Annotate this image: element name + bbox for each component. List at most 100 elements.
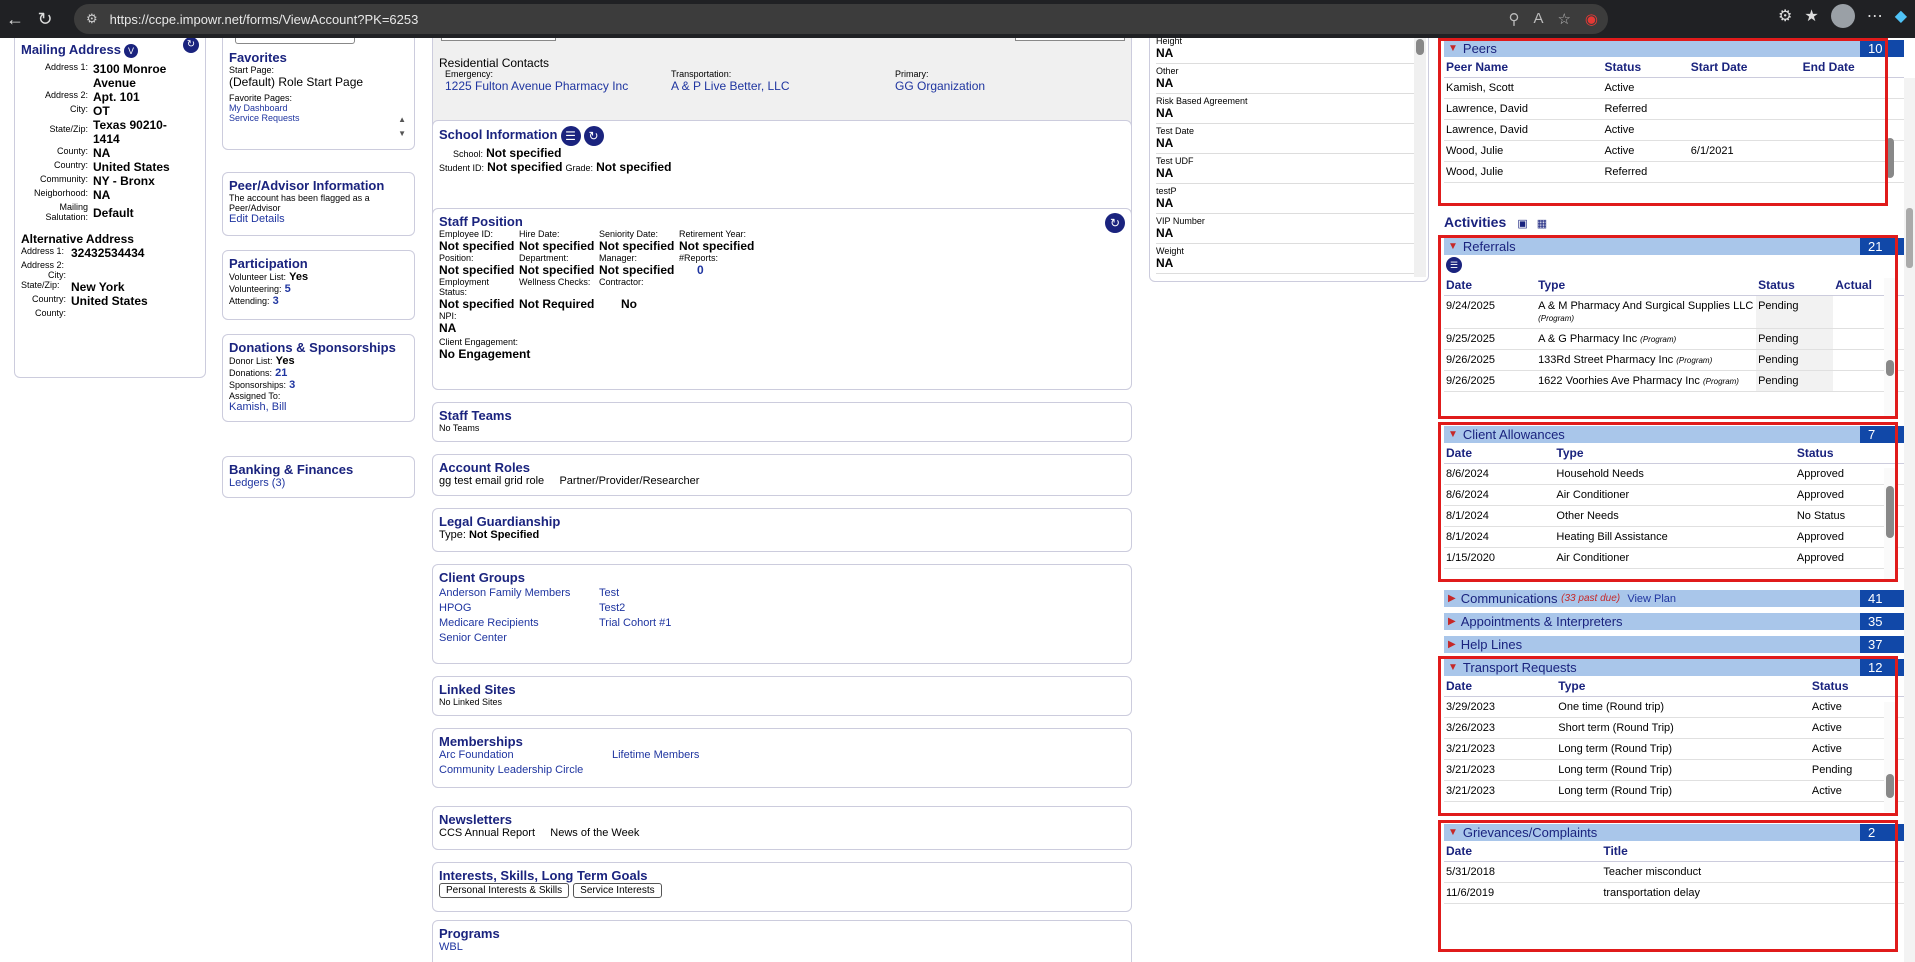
collapse-icon[interactable]: ▦ <box>1537 218 1547 230</box>
county-value: NA <box>93 146 111 161</box>
help-lines-count: 37 <box>1860 636 1904 653</box>
udf-label: Test UDF <box>1156 156 1194 166</box>
attending-label: Attending: <box>229 296 270 306</box>
favorite-page-link[interactable]: My Dashboard <box>229 103 408 113</box>
appointments-header[interactable]: ▶ Appointments & Interpreters 35 <box>1444 613 1904 630</box>
communications-panel: ▶ Communications (33 past due) View Plan 4… <box>1444 590 1904 607</box>
favorites-scroll-arrows[interactable]: ▲ ▼ <box>398 113 406 141</box>
udf-value: NA <box>1156 76 1174 90</box>
wellness-checks-value: Not Required <box>519 297 595 311</box>
client-group-link[interactable]: Test <box>599 587 759 599</box>
read-aloud-icon[interactable]: A <box>1533 10 1543 28</box>
udf-scrollbar[interactable] <box>1414 38 1426 277</box>
refresh-address-icon[interactable]: ↻ <box>183 38 199 53</box>
donations-link[interactable]: 21 <box>275 367 287 379</box>
favorite-page-link[interactable]: Service Requests <box>229 113 408 123</box>
favorites-card: Favorites Start Page: (Default) Role Sta… <box>222 38 415 150</box>
reload-icon[interactable]: ↻ <box>30 4 60 34</box>
client-group-link[interactable]: Anderson Family Members <box>439 587 599 599</box>
programs-card: Programs WBL <box>432 920 1132 962</box>
account-role-item: Partner/Provider/Researcher <box>559 475 700 487</box>
newsletter-item: CCS Annual Report <box>439 827 535 839</box>
profile-avatar[interactable] <box>1830 4 1855 28</box>
edit-details-link[interactable]: Edit Details <box>229 213 408 225</box>
account-roles-card: Account Roles gg test email grid role Pa… <box>432 454 1132 496</box>
help-lines-title: Help Lines <box>1460 637 1523 652</box>
extension-icon[interactable]: ◉ <box>1585 10 1598 28</box>
refresh-staff-icon[interactable]: ↻ <box>1105 213 1125 233</box>
retirement-year-label: Retirement Year: <box>679 229 747 239</box>
view-plan-link[interactable]: View Plan <box>1627 593 1676 605</box>
address2-label: Address 2: <box>44 90 88 101</box>
client-group-link[interactable]: Trial Cohort #1 <box>599 617 759 629</box>
school-value: Not specified <box>486 146 562 160</box>
client-group-link[interactable]: Senior Center <box>439 632 599 644</box>
start-page-value: (Default) Role Start Page <box>229 75 364 89</box>
refresh-school-icon[interactable]: ↻ <box>583 126 604 146</box>
udf-field: Test UDF NA <box>1156 154 1422 184</box>
udf-field: Weight NA <box>1156 244 1422 274</box>
emergency-link[interactable]: 1225 Fulton Avenue Pharmacy Inc <box>445 79 628 93</box>
participation-card: Participation Volunteer List: Yes Volunt… <box>222 250 415 320</box>
past-due-text: (33 past due) <box>1561 593 1621 604</box>
transportation-link[interactable]: A & P Live Better, LLC <box>671 79 790 93</box>
city-label: City: <box>70 104 88 115</box>
country-label: Country: <box>53 160 88 171</box>
hire-date-label: Hire Date: <box>519 229 560 239</box>
membership-link[interactable]: Community Leadership Circle <box>439 764 612 776</box>
url-text[interactable]: https://ccpe.impowr.net/forms/ViewAccoun… <box>110 12 419 27</box>
personal-interests-button[interactable]: Personal Interests & Skills <box>439 883 570 898</box>
salutation-label: Mailing Salutation: <box>45 202 88 223</box>
service-interests-button[interactable]: Service Interests <box>573 883 662 898</box>
client-group-link[interactable]: HPOG <box>439 602 599 614</box>
address1-label: Address 1: <box>44 62 88 73</box>
peer-advisor-text: The account has been flagged as a Peer/A… <box>229 193 370 213</box>
expand-icon[interactable]: ▣ <box>1517 218 1527 230</box>
more-icon[interactable]: ⋯ <box>1867 6 1883 26</box>
volunteering-link[interactable]: 5 <box>285 283 291 295</box>
favorites-title: Favorites <box>229 50 287 65</box>
employee-id-label: Employee ID: <box>439 229 494 239</box>
residential-title: Residential Contacts <box>439 56 550 70</box>
favorites-icon[interactable]: ★ <box>1804 6 1818 26</box>
peer-advisor-card: Peer/Advisor Information The account has… <box>222 172 415 236</box>
address-bar[interactable]: ⚙ https://ccpe.impowr.net/forms/ViewAcco… <box>74 4 1608 34</box>
site-info-icon[interactable]: ⚙ <box>86 11 98 27</box>
membership-link[interactable]: Lifetime Members <box>612 749 772 761</box>
back-icon[interactable]: ← <box>0 4 30 34</box>
communications-header[interactable]: ▶ Communications (33 past due) View Plan 4… <box>1444 590 1904 607</box>
favorite-star-icon[interactable]: ☆ <box>1557 10 1570 28</box>
reports-link[interactable]: 0 <box>679 263 769 277</box>
appointments-count: 35 <box>1860 613 1904 630</box>
contractor-label: Contractor: <box>599 277 644 287</box>
membership-link[interactable]: Arc Foundation <box>439 749 612 761</box>
copilot-icon[interactable]: ◆ <box>1895 6 1907 26</box>
primary-link[interactable]: GG Organization <box>895 79 985 93</box>
udf-label: Other <box>1156 66 1179 76</box>
help-lines-header[interactable]: ▶ Help Lines 37 <box>1444 636 1904 653</box>
page-scrollbar[interactable] <box>1904 78 1915 962</box>
udf-label: Test Date <box>1156 126 1195 136</box>
sponsorships-link[interactable]: 3 <box>289 379 295 391</box>
emergency-label: Emergency: <box>445 69 494 79</box>
attending-link[interactable]: 3 <box>273 295 279 307</box>
assigned-to-link[interactable]: Kamish, Bill <box>229 401 408 413</box>
program-link[interactable]: WBL <box>439 941 1125 953</box>
hire-date-value: Not specified <box>519 239 595 253</box>
newsletters-card: Newsletters CCS Annual Report News of th… <box>432 806 1132 850</box>
list-icon[interactable]: ☰ <box>560 126 581 146</box>
help-lines-panel: ▶ Help Lines 37 <box>1444 636 1904 653</box>
verify-icon[interactable]: V <box>124 44 138 59</box>
client-group-link[interactable]: Medicare Recipients <box>439 617 599 629</box>
extensions-icon[interactable]: ⚙ <box>1778 6 1792 26</box>
udf-value: NA <box>1156 196 1174 210</box>
npi-label: NPI: <box>439 311 457 321</box>
zoom-icon[interactable]: ⚲ <box>1508 10 1519 28</box>
client-group-link[interactable]: Test2 <box>599 602 759 614</box>
udf-value: NA <box>1156 136 1174 150</box>
school-label: School: <box>453 149 484 159</box>
neighborhood-value: NA <box>93 188 111 203</box>
volunteer-list-value: Yes <box>289 271 309 283</box>
ledgers-link[interactable]: Ledgers (3) <box>229 477 408 489</box>
school-title: School Information <box>439 126 558 142</box>
